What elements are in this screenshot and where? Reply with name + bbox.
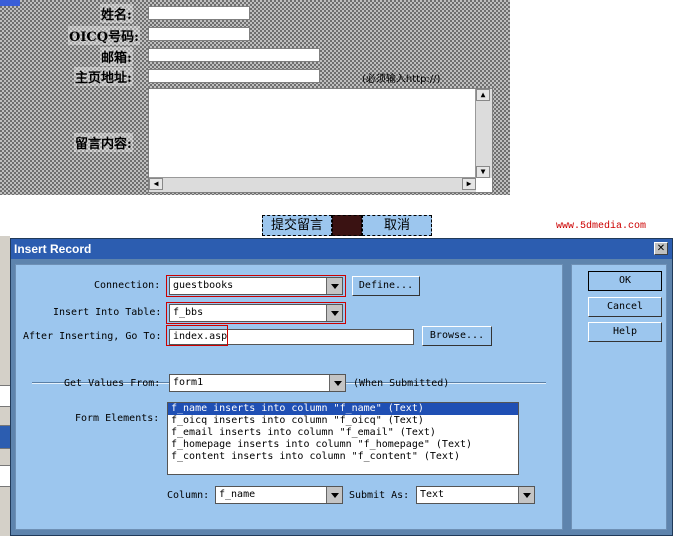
connection-label: Connection: bbox=[94, 280, 161, 291]
table-select[interactable]: f_bbs bbox=[169, 304, 343, 322]
list-item[interactable]: f_homepage inserts into column "f_homepa… bbox=[168, 439, 518, 451]
chevron-down-icon[interactable] bbox=[518, 487, 534, 503]
underlying-panel-fragment bbox=[0, 425, 10, 449]
close-icon[interactable]: ✕ bbox=[654, 242, 668, 255]
connection-select[interactable]: guestbooks bbox=[169, 277, 343, 295]
cancel-button[interactable]: Cancel bbox=[588, 297, 662, 317]
list-item[interactable]: f_email inserts into column "f_email" (T… bbox=[168, 427, 518, 439]
submit-as-label: Submit As: bbox=[349, 490, 410, 501]
scroll-down-arrow-icon[interactable]: ▼ bbox=[476, 166, 490, 178]
scroll-up-arrow-icon[interactable]: ▲ bbox=[476, 89, 490, 101]
table-label: Insert Into Table: bbox=[53, 307, 162, 318]
get-values-label: Get Values From: bbox=[64, 378, 161, 389]
define-button[interactable]: Define... bbox=[352, 276, 420, 296]
form-elements-list[interactable]: f_name inserts into column "f_name" (Tex… bbox=[167, 402, 519, 475]
help-button[interactable]: Help bbox=[588, 322, 662, 342]
form-elements-label: Form Elements: bbox=[75, 413, 160, 424]
name-input[interactable] bbox=[148, 6, 250, 20]
underlying-panel-fragment bbox=[0, 465, 10, 487]
dialog-button-panel: OK Cancel Help bbox=[571, 264, 667, 530]
dialog-titlebar[interactable]: Insert Record ✕ bbox=[11, 239, 672, 259]
site-url: www.5dmedia.com bbox=[556, 221, 647, 232]
form-tag-marker bbox=[0, 0, 20, 6]
homepage-label: 主页地址: bbox=[74, 67, 133, 86]
insert-record-dialog: Insert Record ✕ Connection: guestbooks D… bbox=[10, 238, 673, 536]
list-item[interactable]: f_content inserts into column "f_content… bbox=[168, 451, 518, 463]
get-values-select[interactable]: form1 bbox=[169, 374, 346, 392]
horizontal-scrollbar[interactable]: ◀ ▶ bbox=[149, 177, 476, 192]
cancel-form-button[interactable]: 取消 bbox=[362, 215, 432, 236]
column-value: f_name bbox=[219, 489, 256, 500]
list-item[interactable]: f_oicq inserts into column "f_oicq" (Tex… bbox=[168, 415, 518, 427]
list-item[interactable]: f_name inserts into column "f_name" (Tex… bbox=[168, 403, 518, 415]
oicq-label: OICQ号码: bbox=[68, 26, 140, 45]
after-inserting-input[interactable]: index.asp bbox=[169, 329, 414, 345]
browse-button[interactable]: Browse... bbox=[422, 326, 492, 346]
oicq-input[interactable] bbox=[148, 27, 250, 41]
content-textarea[interactable]: ▲ ▼ ◀ ▶ bbox=[148, 88, 493, 193]
content-label: 留言内容: bbox=[74, 133, 133, 152]
connection-value: guestbooks bbox=[173, 280, 234, 291]
dialog-main-panel: Connection: guestbooks Define... Insert … bbox=[15, 264, 563, 530]
page-background bbox=[510, 0, 678, 195]
column-select[interactable]: f_name bbox=[215, 486, 343, 504]
after-inserting-label: After Inserting, Go To: bbox=[23, 331, 162, 342]
submit-as-select[interactable]: Text bbox=[416, 486, 535, 504]
dialog-title: Insert Record bbox=[14, 242, 92, 256]
scroll-right-arrow-icon[interactable]: ▶ bbox=[462, 178, 476, 190]
vertical-scrollbar[interactable]: ▲ ▼ bbox=[475, 89, 492, 178]
button-separator bbox=[332, 215, 362, 236]
ok-button[interactable]: OK bbox=[588, 271, 662, 291]
name-label: 姓名: bbox=[100, 4, 133, 23]
submit-message-button[interactable]: 提交留言 bbox=[262, 215, 332, 236]
chevron-down-icon[interactable] bbox=[329, 375, 345, 391]
email-input[interactable] bbox=[148, 48, 320, 62]
table-value: f_bbs bbox=[173, 307, 204, 318]
homepage-hint: (必须输入http://) bbox=[362, 74, 441, 85]
scroll-left-arrow-icon[interactable]: ◀ bbox=[149, 178, 163, 190]
when-submitted-label: (When Submitted) bbox=[353, 378, 450, 389]
email-label: 邮箱: bbox=[100, 47, 133, 66]
chevron-down-icon[interactable] bbox=[326, 278, 342, 294]
chevron-down-icon[interactable] bbox=[326, 305, 342, 321]
submit-as-value: Text bbox=[420, 489, 445, 500]
underlying-panel-fragment bbox=[0, 385, 10, 407]
chevron-down-icon[interactable] bbox=[326, 487, 342, 503]
get-values-value: form1 bbox=[173, 377, 204, 388]
column-label: Column: bbox=[167, 490, 210, 501]
homepage-input[interactable] bbox=[148, 69, 320, 83]
